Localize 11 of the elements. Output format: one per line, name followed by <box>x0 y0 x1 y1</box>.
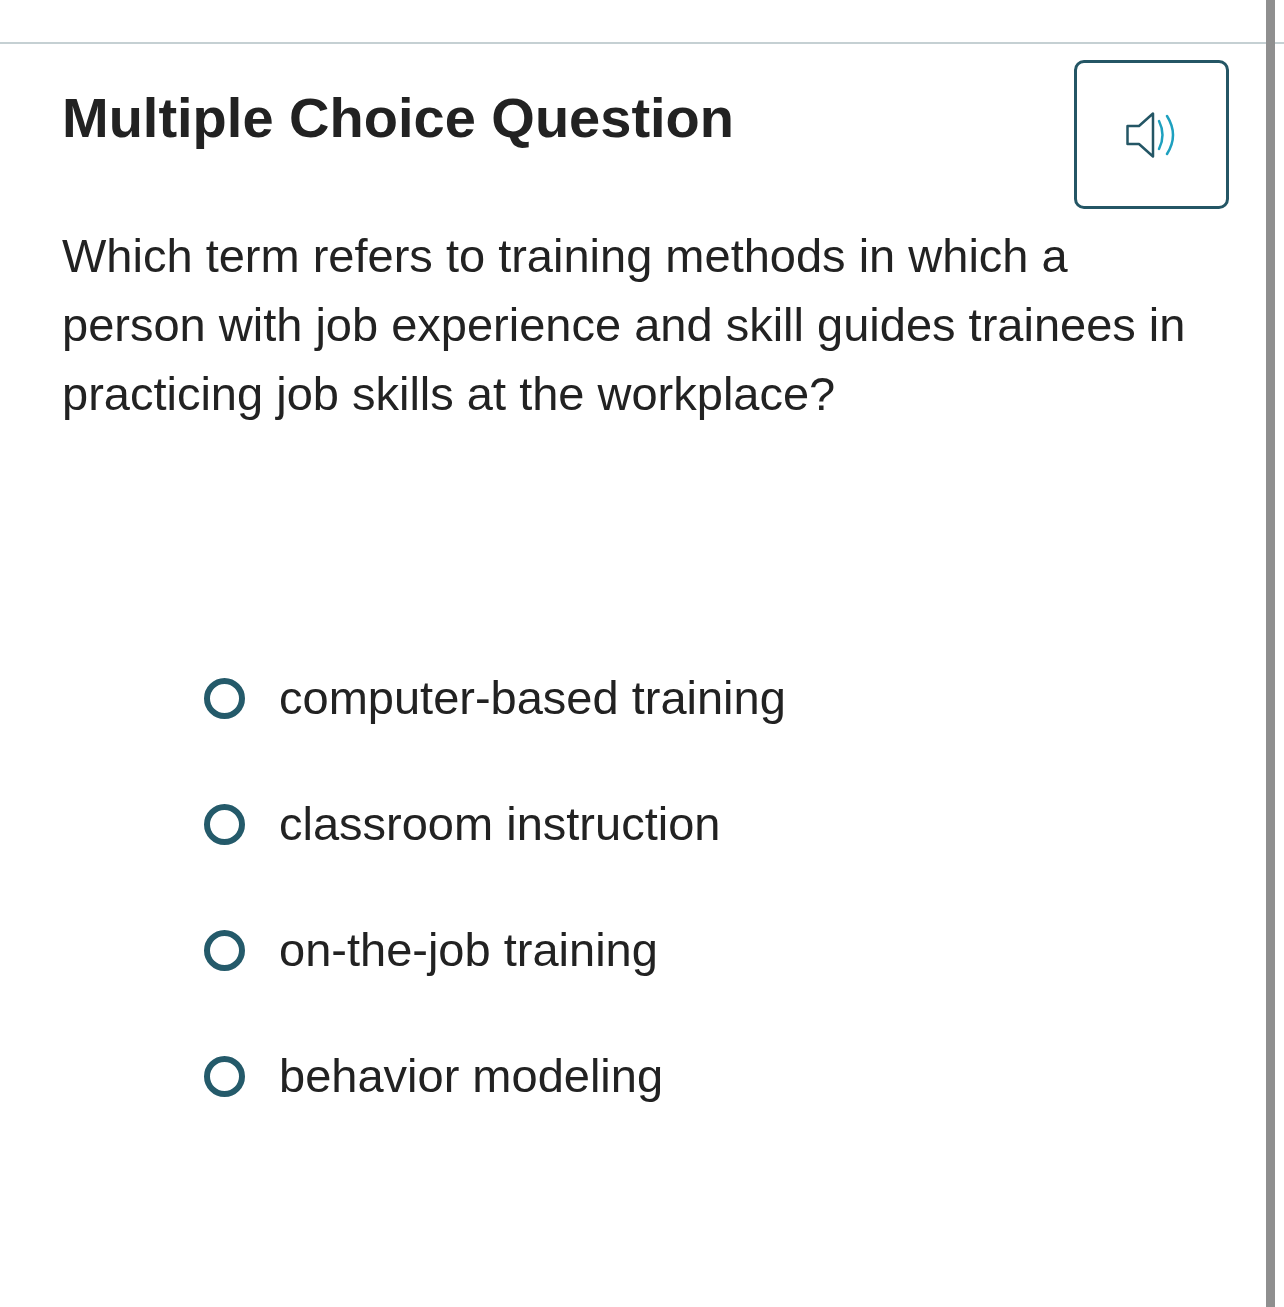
radio-button[interactable] <box>204 929 245 971</box>
option-label: behavior modeling <box>279 1048 664 1104</box>
radio-button[interactable] <box>204 803 245 845</box>
radio-button[interactable] <box>204 677 245 719</box>
audio-button[interactable] <box>1074 60 1229 209</box>
question-type-title: Multiple Choice Question <box>62 86 735 150</box>
question-text: Which term refers to training methods in which a person with job experience and skill guides trainees in practicing job skills at the workplace? <box>62 228 1187 422</box>
radio-button[interactable] <box>204 1055 245 1097</box>
option-label: computer-based training <box>279 670 786 726</box>
option-label: on-the-job training <box>279 922 658 978</box>
option-label: classroom instruction <box>279 796 721 852</box>
